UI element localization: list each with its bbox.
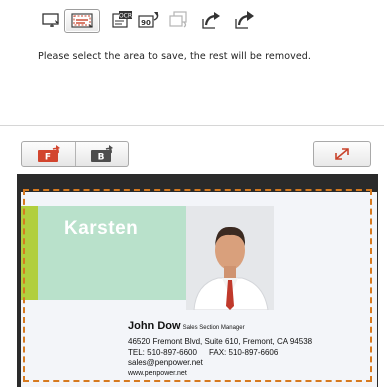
card-portrait xyxy=(186,206,274,310)
copy-icon xyxy=(169,11,187,28)
back-side-button[interactable]: B xyxy=(75,142,128,166)
card-info: John Dow Sales Section Manager 46520 Frem… xyxy=(128,320,312,379)
card-accent-stripe xyxy=(21,206,38,300)
card-address: 46520 Fremont Blvd, Suite 610, Fremont, … xyxy=(128,337,313,346)
copy-button[interactable] xyxy=(167,9,191,31)
divider xyxy=(0,125,384,126)
rotate-left-icon xyxy=(202,12,220,29)
card-email: sales@penpower.net xyxy=(128,358,203,367)
rotate-90-icon: 90 xyxy=(138,12,159,28)
business-card-image: Karsten John Dow Sales Section Manager 46… xyxy=(21,192,377,387)
card-brand: Karsten xyxy=(64,218,139,239)
rotate-right-icon xyxy=(235,11,254,29)
card-fax: FAX: 510-897-6606 xyxy=(208,347,279,357)
select-area-icon xyxy=(71,13,93,28)
front-side-button[interactable]: F xyxy=(22,142,76,166)
card-tel: TEL: 510-897-6600 xyxy=(128,347,197,357)
expand-icon xyxy=(335,148,349,160)
toolbar: OCR 90 xyxy=(0,0,384,40)
card-name: John Dow xyxy=(128,320,181,332)
side-toggle: F B xyxy=(21,141,129,167)
rotate-left-button[interactable] xyxy=(198,9,224,31)
ocr-label: OCR xyxy=(119,12,132,19)
ocr-button[interactable]: OCR xyxy=(109,9,135,31)
expand-button[interactable] xyxy=(313,141,371,167)
crop-icon xyxy=(42,13,59,27)
rotate-90-button[interactable]: 90 xyxy=(137,9,163,31)
card-website: www.penpower.net xyxy=(128,369,187,377)
card-title: Sales Section Manager xyxy=(182,325,245,331)
crop-button[interactable] xyxy=(40,9,62,31)
select-area-button[interactable] xyxy=(64,9,100,33)
front-card-icon: F xyxy=(37,145,60,163)
front-label: F xyxy=(44,153,50,163)
rotate-right-button[interactable] xyxy=(231,9,257,31)
portrait-image xyxy=(186,206,274,310)
back-card-icon: B xyxy=(90,145,113,163)
back-label: B xyxy=(97,153,104,163)
instruction-text: Please select the area to save, the rest… xyxy=(38,51,312,62)
rotate-90-label: 90 xyxy=(141,19,151,27)
ocr-icon: OCR xyxy=(112,11,132,28)
